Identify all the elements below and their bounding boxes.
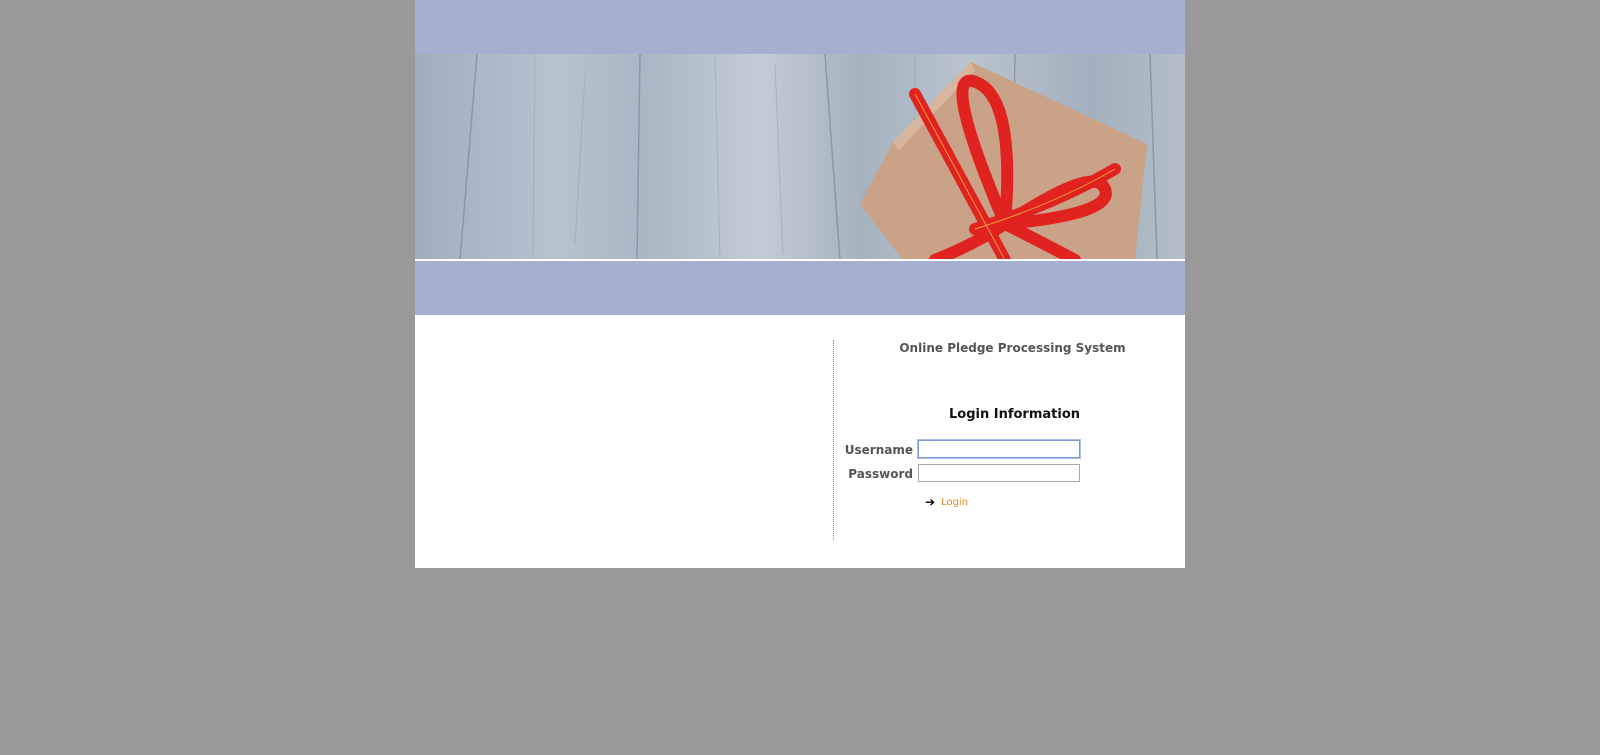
login-button[interactable]: ➔ Login	[925, 496, 968, 508]
header-bottom-band	[415, 261, 1185, 315]
header-banner-image	[415, 54, 1185, 260]
password-input[interactable]	[918, 464, 1080, 482]
system-title: Online Pledge Processing System	[899, 341, 1126, 355]
right-arrow-icon: ➔	[925, 495, 936, 509]
page-container: Online Pledge Processing System Login In…	[415, 0, 1185, 568]
vertical-divider	[833, 340, 834, 540]
login-button-label: Login	[941, 496, 969, 508]
header-top-band	[415, 0, 1185, 54]
username-label: Username	[844, 443, 913, 457]
login-content-area: Online Pledge Processing System Login In…	[415, 315, 1185, 568]
login-heading: Login Information	[949, 407, 1081, 422]
username-input[interactable]	[918, 440, 1080, 458]
password-label: Password	[848, 467, 913, 481]
